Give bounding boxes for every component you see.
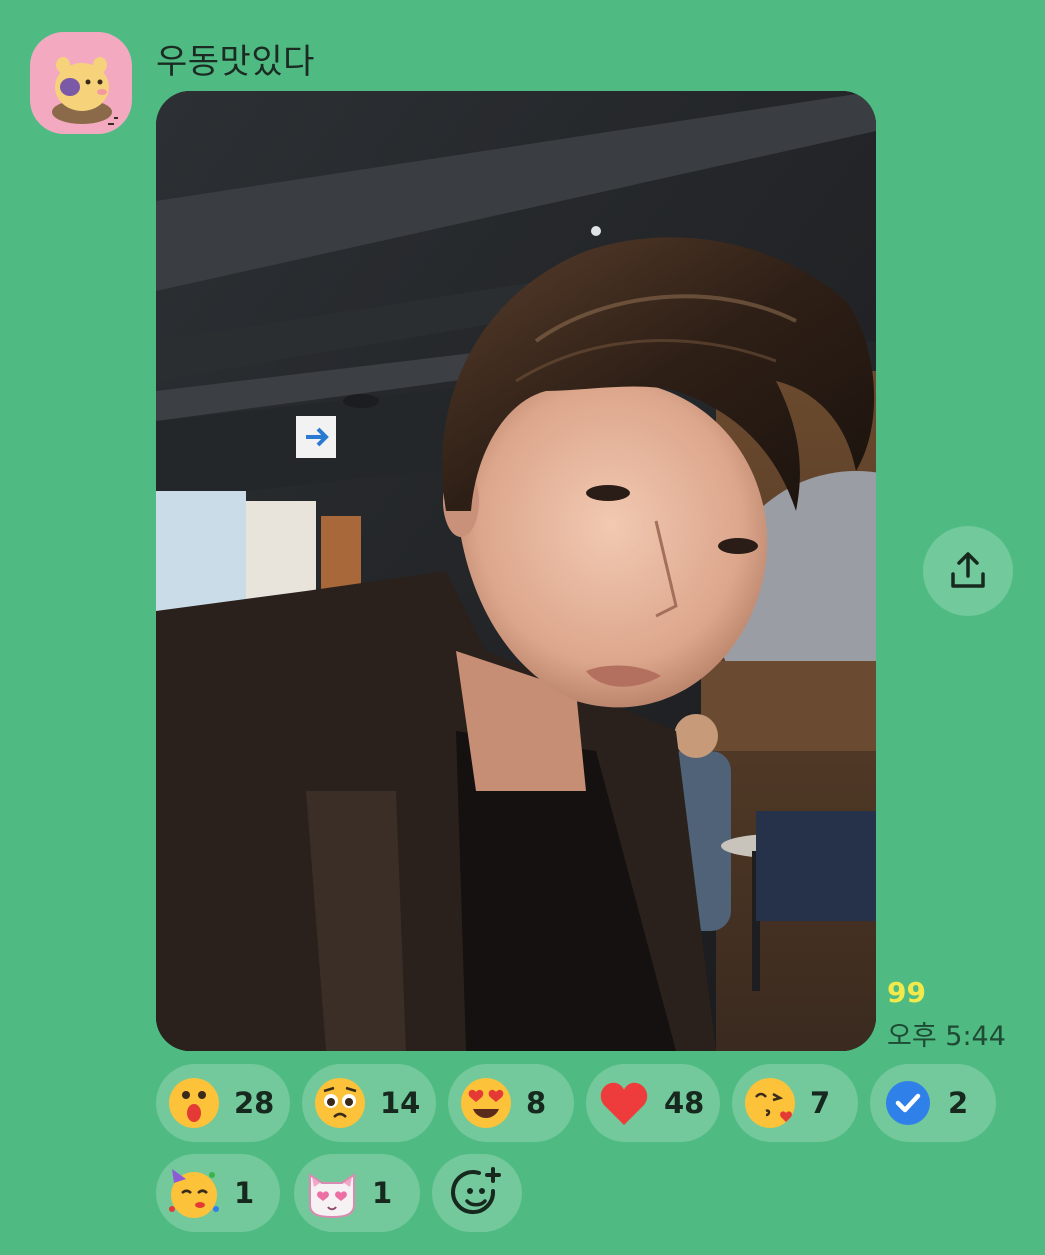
avatar[interactable] xyxy=(30,32,132,134)
reaction-count: 8 xyxy=(526,1086,547,1120)
unread-count: 99 xyxy=(887,976,926,1009)
blue-check-icon xyxy=(886,1081,930,1125)
heart-eyes-face-icon xyxy=(461,1078,511,1128)
reaction-count: 48 xyxy=(664,1086,705,1120)
reaction-heart-eyes[interactable]: 8 xyxy=(448,1064,574,1142)
sender-name: 우동맛있다 xyxy=(156,42,315,82)
reaction-pleading[interactable]: 14 xyxy=(302,1064,436,1142)
red-heart-icon xyxy=(600,1082,648,1125)
surprised-face-icon xyxy=(169,1078,219,1128)
reaction-count: 28 xyxy=(234,1086,275,1120)
add-reaction-icon xyxy=(451,1167,501,1215)
reaction-count: 1 xyxy=(234,1176,255,1210)
reaction-check[interactable]: 2 xyxy=(870,1064,996,1142)
photo-message[interactable] xyxy=(156,91,876,1051)
share-button[interactable] xyxy=(923,526,1013,616)
reaction-count: 14 xyxy=(380,1086,421,1120)
avatar-character-icon xyxy=(52,57,118,125)
pleading-face-icon xyxy=(315,1078,365,1128)
reaction-count: 2 xyxy=(948,1086,969,1120)
kissing-heart-face-icon xyxy=(745,1078,795,1128)
reaction-count: 1 xyxy=(372,1176,393,1210)
reaction-count: 7 xyxy=(810,1086,831,1120)
reaction-heart[interactable]: 48 xyxy=(586,1064,720,1142)
party-face-icon xyxy=(169,1169,219,1218)
reaction-surprised[interactable]: 28 xyxy=(156,1064,290,1142)
add-reaction-button[interactable] xyxy=(432,1154,522,1232)
pink-cat-heart-eyes-icon xyxy=(309,1173,355,1219)
reaction-party[interactable]: 1 xyxy=(156,1154,280,1232)
reaction-kiss[interactable]: 7 xyxy=(732,1064,858,1142)
reaction-cat[interactable]: 1 xyxy=(294,1154,420,1232)
share-upload-icon xyxy=(951,552,985,588)
selfie-photo xyxy=(156,91,876,1051)
message-time: 오후 5:44 xyxy=(887,1021,1006,1052)
